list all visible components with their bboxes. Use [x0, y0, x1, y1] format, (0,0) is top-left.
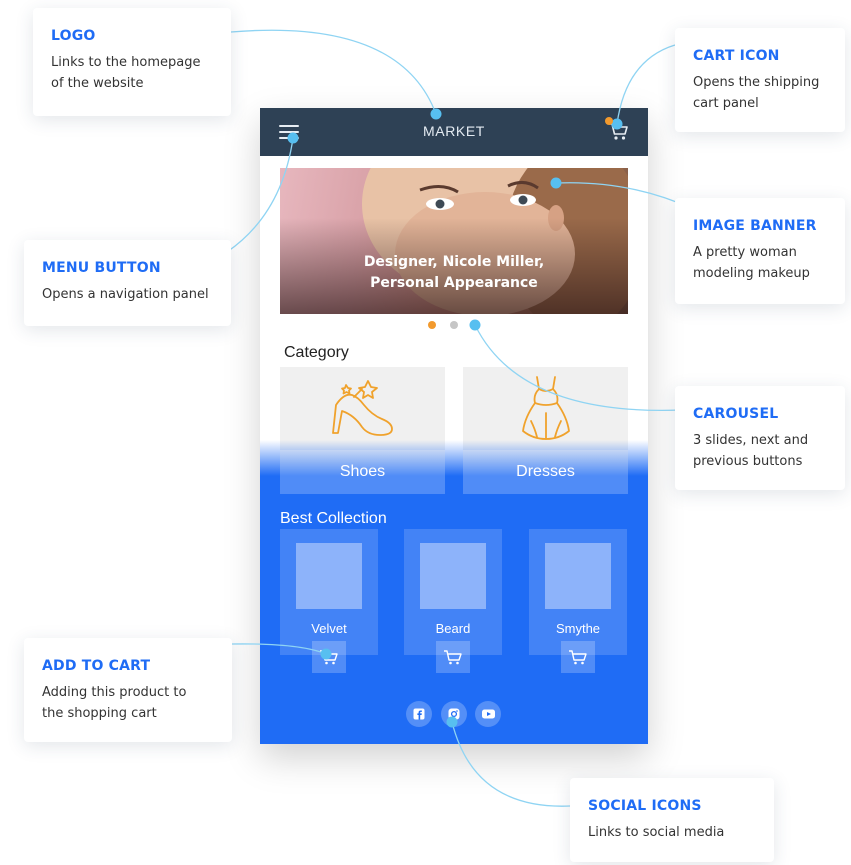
callout-text-line1: 3 slides, next and — [693, 433, 809, 448]
callout-cart-icon: CART ICON Opens the shipping cart panel — [675, 28, 845, 132]
product-card-velvet[interactable]: Velvet — [280, 529, 378, 655]
carousel-dots[interactable] — [428, 321, 488, 331]
callout-title: IMAGE BANNER — [693, 218, 817, 234]
callout-text-line2: cart panel — [693, 96, 759, 111]
callout-title: SOCIAL ICONS — [588, 798, 702, 814]
callout-text-line1: Links to social media — [588, 825, 725, 840]
product-name[interactable]: Smythe — [529, 621, 627, 636]
callout-social-icons: SOCIAL ICONS Links to social media — [570, 778, 774, 862]
add-to-cart-button[interactable] — [561, 641, 595, 673]
callout-carousel: CAROUSEL 3 slides, next and previous but… — [675, 386, 845, 490]
callout-text-line1: Opens the shipping — [693, 75, 820, 90]
add-to-cart-button[interactable] — [312, 641, 346, 673]
callout-title: LOGO — [51, 28, 96, 44]
banner-caption-line2: Personal Appearance — [370, 275, 538, 291]
carousel-dot-3[interactable] — [472, 321, 480, 329]
phone-mockup: MARKET Designer, Nicole Miller, Personal — [260, 108, 648, 744]
product-name[interactable]: Velvet — [280, 621, 378, 636]
callout-text-line1: A pretty woman — [693, 245, 797, 260]
callout-text-line2: the shopping cart — [42, 706, 157, 721]
category-label-shoes[interactable]: Shoes — [280, 450, 445, 494]
callout-text-line2: previous buttons — [693, 454, 803, 469]
product-image[interactable] — [296, 543, 362, 609]
callout-title: CAROUSEL — [693, 406, 779, 422]
top-bar: MARKET — [260, 108, 648, 156]
product-card-beard[interactable]: Beard — [404, 529, 502, 655]
callout-menu-button: MENU BUTTON Opens a navigation panel — [24, 240, 231, 326]
facebook-icon[interactable] — [406, 701, 432, 727]
image-banner[interactable]: Designer, Nicole Miller, Personal Appear… — [280, 168, 628, 314]
cart-icon — [569, 650, 587, 665]
product-card-smythe[interactable]: Smythe — [529, 529, 627, 655]
cart-icon[interactable] — [606, 120, 630, 142]
cart-icon — [444, 650, 462, 665]
banner-caption-line1: Designer, Nicole Miller, — [363, 254, 545, 270]
product-name[interactable]: Beard — [404, 621, 502, 636]
callout-title: MENU BUTTON — [42, 260, 161, 276]
youtube-icon[interactable] — [475, 701, 501, 727]
add-to-cart-button[interactable] — [436, 641, 470, 673]
callout-title: CART ICON — [693, 48, 780, 64]
instagram-icon[interactable] — [441, 701, 467, 727]
product-image[interactable] — [420, 543, 486, 609]
best-collection-title: Best Collection — [280, 510, 387, 527]
banner-caption: Designer, Nicole Miller, Personal Appear… — [280, 252, 628, 294]
logo[interactable]: MARKET — [260, 123, 648, 139]
product-image[interactable] — [545, 543, 611, 609]
callout-logo: LOGO Links to the homepage of the websit… — [33, 8, 231, 116]
carousel-dot-2[interactable] — [450, 321, 458, 329]
callout-text-line2: of the website — [51, 76, 144, 91]
callout-text-line2: modeling makeup — [693, 266, 810, 281]
carousel-dot-1[interactable] — [428, 321, 436, 329]
category-dresses-label-wrap: Dresses — [463, 367, 628, 494]
callout-title: ADD TO CART — [42, 658, 151, 674]
callout-text-line1: Opens a navigation panel — [42, 287, 209, 302]
callout-text-line1: Links to the homepage — [51, 55, 201, 70]
callout-text-line1: Adding this product to — [42, 685, 187, 700]
category-label-dresses[interactable]: Dresses — [463, 450, 628, 494]
cart-icon — [320, 650, 338, 665]
callout-add-to-cart: ADD TO CART Adding this product to the s… — [24, 638, 232, 742]
category-title: Category — [284, 344, 349, 361]
category-shoes-label-wrap: Shoes — [280, 367, 445, 494]
callout-image-banner: IMAGE BANNER A pretty woman modeling mak… — [675, 198, 845, 304]
